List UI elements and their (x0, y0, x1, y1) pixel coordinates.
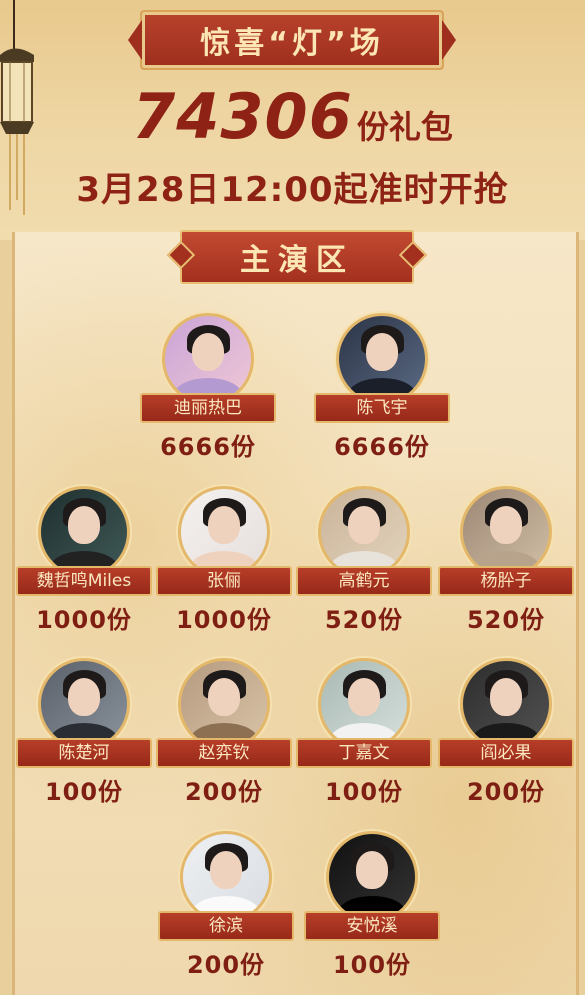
star-gift-count: 520份 (324, 606, 404, 634)
star-card[interactable]: 徐滨 200份 (158, 831, 294, 981)
gift-total-number: 74306 (132, 80, 353, 153)
star-gift-count: 6666份 (160, 433, 256, 461)
avatar (38, 658, 130, 750)
star-gift-count: 100份 (44, 778, 124, 806)
star-card[interactable]: 赵弈钦 200份 (156, 658, 292, 808)
avatar (326, 831, 418, 923)
avatar (318, 658, 410, 750)
star-name: 安悦溪 (304, 911, 440, 941)
avatar (336, 313, 428, 405)
avatar (162, 313, 254, 405)
star-card[interactable]: 陈楚河 100份 (16, 658, 152, 808)
star-card[interactable]: 丁嘉文 100份 (296, 658, 432, 808)
star-name: 迪丽热巴 (140, 393, 276, 423)
avatar (460, 658, 552, 750)
star-name: 徐滨 (158, 911, 294, 941)
section-banner: 主演区 (180, 230, 414, 284)
star-name: 陈楚河 (16, 738, 152, 768)
star-gift-count: 6666份 (334, 433, 430, 461)
start-time-text: 3月28日12:00起准时开抢 (76, 170, 509, 210)
star-name: 丁嘉文 (296, 738, 432, 768)
star-name: 张俪 (156, 566, 292, 596)
star-card[interactable]: 迪丽热巴 6666份 (140, 313, 276, 463)
star-card[interactable]: 安悦溪 100份 (304, 831, 440, 981)
avatar (180, 831, 272, 923)
star-card[interactable]: 杨肸子 520份 (438, 486, 574, 636)
star-gift-count: 200份 (184, 778, 264, 806)
star-gift-count: 200份 (466, 778, 546, 806)
avatar (318, 486, 410, 578)
page-title: 惊喜“灯”场 (200, 26, 384, 61)
star-gift-count: 520份 (466, 606, 546, 634)
star-card[interactable]: 张俪 1000份 (156, 486, 292, 636)
star-card[interactable]: 阎必果 200份 (438, 658, 574, 808)
star-name: 阎必果 (438, 738, 574, 768)
star-gift-count: 1000份 (176, 606, 272, 634)
avatar (178, 486, 270, 578)
star-gift-count: 100份 (324, 778, 404, 806)
title-banner: 惊喜“灯”场 (128, 10, 456, 70)
star-card[interactable]: 陈飞宇 6666份 (314, 313, 450, 463)
star-gift-count: 200份 (186, 951, 266, 979)
star-card[interactable]: 魏哲鸣Miles 1000份 (16, 486, 152, 636)
star-gift-count: 100份 (332, 951, 412, 979)
avatar (178, 658, 270, 750)
gift-total: 74306 份礼包 (0, 80, 585, 153)
section-title: 主演区 (240, 243, 354, 278)
avatar (460, 486, 552, 578)
star-name: 杨肸子 (438, 566, 574, 596)
star-name: 赵弈钦 (156, 738, 292, 768)
star-name: 高鹤元 (296, 566, 432, 596)
avatar (38, 486, 130, 578)
star-name: 陈飞宇 (314, 393, 450, 423)
star-card[interactable]: 高鹤元 520份 (296, 486, 432, 636)
star-gift-count: 1000份 (36, 606, 132, 634)
gift-total-unit: 份礼包 (356, 108, 453, 146)
star-name: 魏哲鸣Miles (16, 566, 152, 596)
